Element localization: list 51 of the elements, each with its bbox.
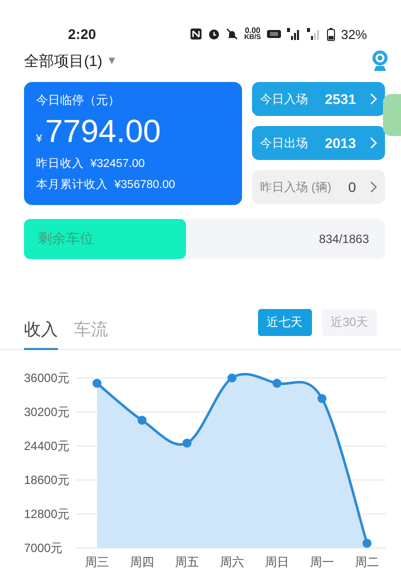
tab[interactable]: 车流 (74, 309, 124, 349)
battery-percent: 32% (340, 26, 367, 42)
y-axis-label: 12800元 (24, 507, 70, 521)
capacity-reading: 834/1863 (318, 232, 369, 246)
range-button[interactable]: 近30天 (322, 308, 377, 336)
stat-button[interactable]: 昨日入场 (辆) 0 (252, 170, 385, 204)
data-point (182, 438, 192, 448)
alarm-icon (208, 28, 220, 40)
x-axis-label: 周三 (85, 555, 109, 569)
stat-button[interactable]: 今日入场 2531 (252, 82, 385, 116)
currency-sign: ¥ (36, 133, 42, 145)
capacity-label: 剩余车位 (38, 230, 94, 248)
status-time: 2:20 (68, 26, 96, 42)
tab[interactable]: 收入 (24, 309, 74, 349)
nfc-icon (190, 28, 202, 40)
chevron-icon (370, 181, 377, 193)
y-axis-label: 18600元 (24, 473, 70, 487)
chevron-icon (370, 137, 377, 149)
income-line: 本月累计收入 ¥356780.00 (36, 178, 176, 192)
signal-icon (286, 28, 301, 40)
chevron-icon (370, 93, 377, 105)
dropdown-caret[interactable]: ▼ (106, 55, 118, 67)
income-amount: 7794.00 (45, 113, 161, 150)
stat-button[interactable]: 今日出场 2013 (252, 126, 385, 160)
data-point (138, 416, 146, 425)
net-speed: 0.00 (244, 27, 260, 34)
x-axis-label: 周五 (175, 555, 199, 569)
x-axis-label: 周六 (220, 555, 244, 569)
hd-icon (266, 29, 281, 39)
y-axis-label: 7000元 (24, 541, 63, 555)
y-axis-label: 36000元 (24, 371, 70, 385)
x-axis-label: 周二 (355, 555, 379, 569)
income-line: 昨日收入 ¥32457.00 (36, 156, 146, 171)
data-point (362, 538, 372, 548)
data-point (318, 394, 326, 404)
floating-tab[interactable] (383, 94, 401, 136)
data-point (228, 374, 236, 382)
range-button[interactable]: 近七天 (258, 308, 312, 336)
battery-icon (326, 28, 335, 40)
signal-icon (306, 28, 321, 40)
webcam-icon[interactable] (371, 50, 389, 72)
data-point (272, 378, 282, 388)
y-axis-label: 30200元 (24, 405, 70, 419)
project-selector[interactable]: 全部项目(1) (24, 52, 102, 70)
data-point (92, 378, 102, 388)
x-axis-label: 周一 (310, 555, 334, 569)
x-axis-label: 周日 (265, 555, 289, 569)
card-title: 今日临停（元） (36, 92, 121, 109)
y-axis-label: 24400元 (24, 439, 70, 453)
mute-icon (226, 28, 238, 40)
x-axis-label: 周四 (130, 555, 154, 569)
